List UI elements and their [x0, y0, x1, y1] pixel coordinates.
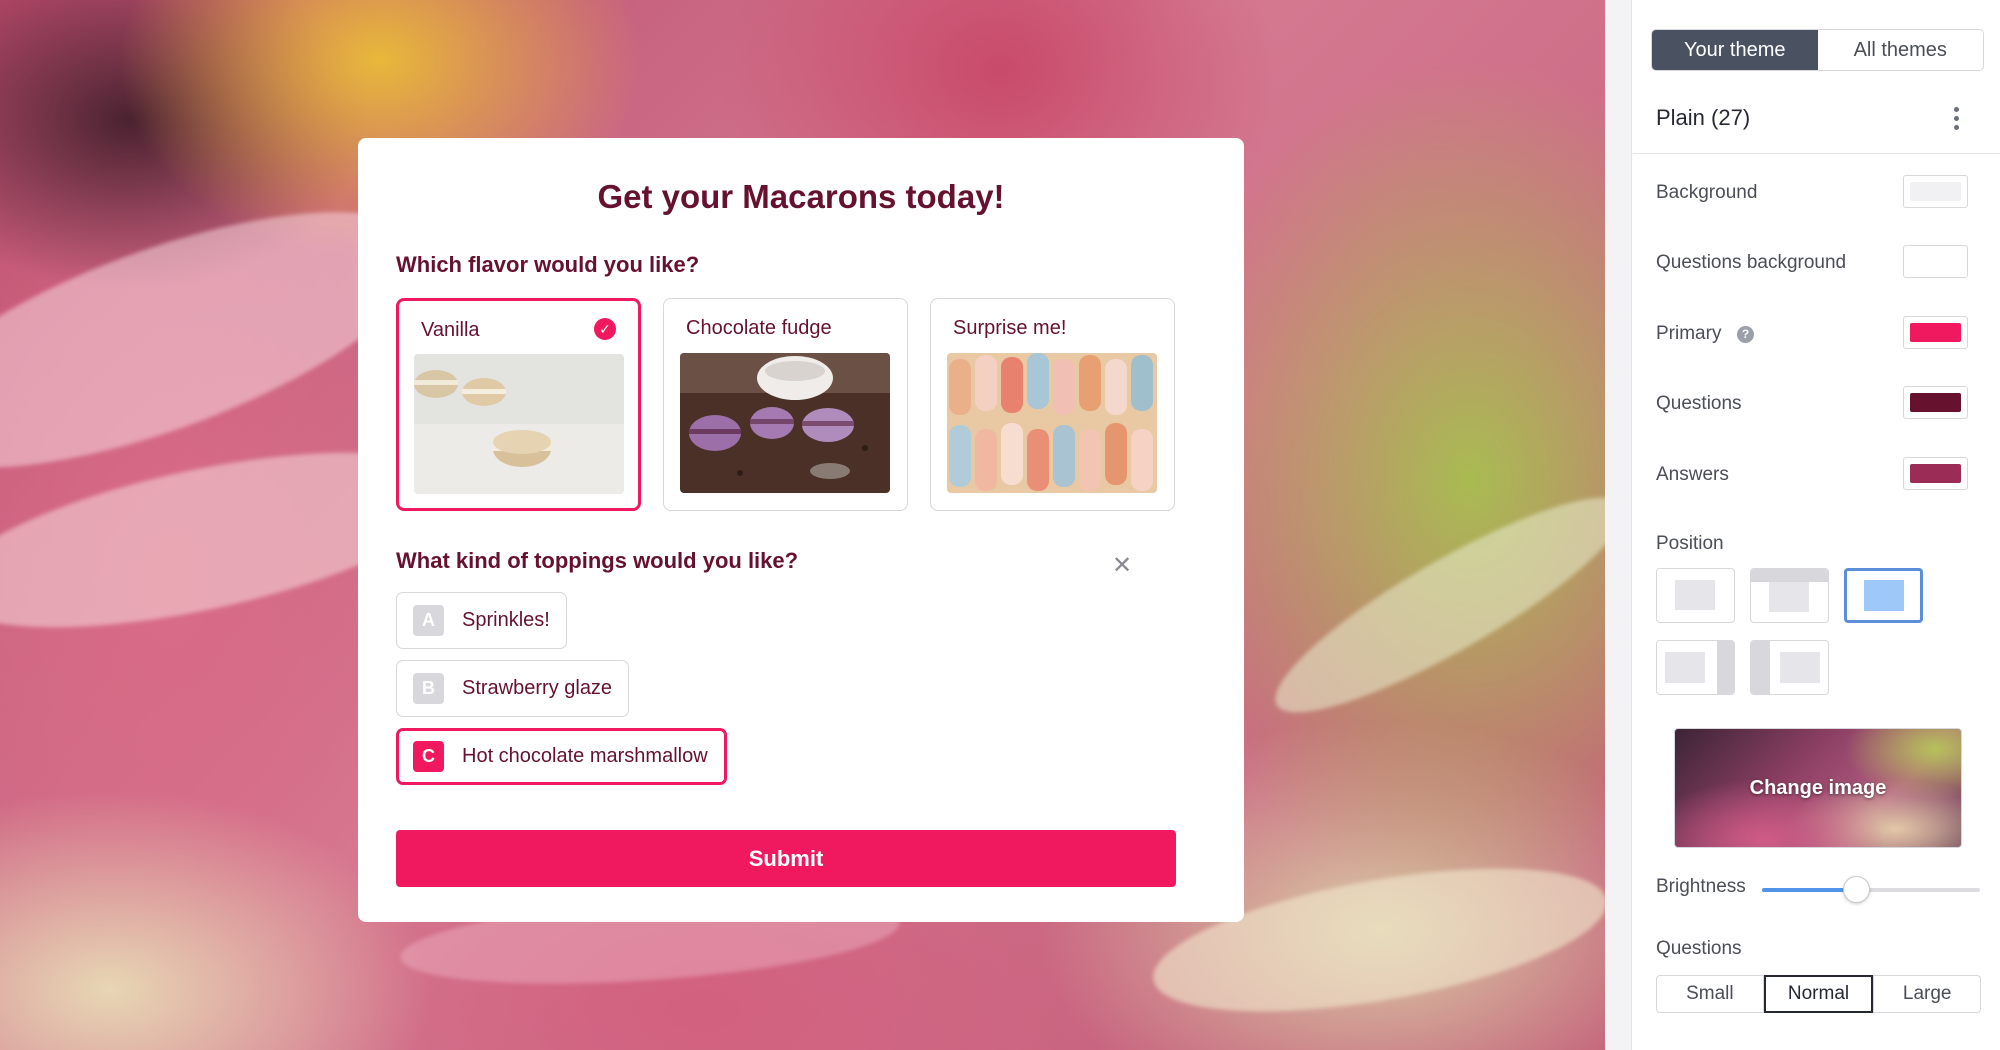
option-key-a: A: [413, 605, 444, 636]
size-normal-option[interactable]: Normal: [1763, 975, 1874, 1013]
background-color-label: Background: [1656, 182, 1758, 203]
submit-button[interactable]: Submit: [396, 830, 1176, 887]
flavor-choice-label: Chocolate fudge: [686, 317, 832, 339]
flavor-choices: Vanilla ✓ Chocolate fudge Surprise me!: [396, 298, 1176, 512]
size-small-option[interactable]: Small: [1656, 975, 1764, 1013]
theme-tabs: Your theme All themes: [1651, 29, 1984, 71]
flavor-choice-label: Vanilla: [421, 319, 480, 341]
tab-all-themes[interactable]: All themes: [1817, 30, 1983, 70]
flavor-choice-vanilla[interactable]: Vanilla ✓: [396, 298, 641, 511]
assorted-macarons-image: [947, 353, 1157, 493]
flavor-choice-surprise-me[interactable]: Surprise me!: [930, 298, 1175, 511]
brightness-slider-fill: [1762, 888, 1856, 892]
position-label: Position: [1656, 533, 1724, 554]
topping-option-sprinkles[interactable]: A Sprinkles!: [396, 592, 567, 649]
divider: [1633, 153, 2000, 154]
position-full-option[interactable]: [1656, 568, 1735, 623]
background-image: Get your Macarons today! Which flavor wo…: [0, 0, 1605, 1050]
option-label: Hot chocolate marshmallow: [462, 745, 708, 767]
primary-color-swatch[interactable]: [1903, 316, 1968, 349]
check-icon: ✓: [594, 318, 616, 340]
brightness-label: Brightness: [1656, 876, 1746, 897]
questions-size-selector: Small Normal Large: [1656, 975, 1982, 1013]
question-toppings-label: What kind of toppings would you like?: [396, 548, 799, 573]
option-key-c: C: [413, 741, 444, 772]
option-label: Strawberry glaze: [462, 677, 613, 699]
change-image-button[interactable]: Change image: [1674, 728, 1962, 848]
more-options-icon[interactable]: [1948, 105, 1964, 133]
primary-color-label: Primary: [1656, 323, 1722, 344]
topping-option-strawberry-glaze[interactable]: B Strawberry glaze: [396, 660, 630, 717]
brightness-slider[interactable]: [1762, 876, 1980, 903]
answers-color-label: Answers: [1656, 464, 1729, 485]
questions-size-label: Questions: [1656, 938, 1742, 959]
flavor-choice-label: Surprise me!: [953, 317, 1067, 339]
questions-background-color-swatch[interactable]: [1903, 245, 1968, 278]
size-large-option[interactable]: Large: [1873, 975, 1982, 1013]
help-icon[interactable]: ?: [1737, 326, 1754, 343]
form-title: Get your Macarons today!: [597, 178, 1005, 215]
position-top-option[interactable]: [1750, 568, 1829, 623]
position-center-option[interactable]: [1844, 568, 1923, 623]
form-card: Get your Macarons today! Which flavor wo…: [358, 138, 1244, 922]
background-color-swatch[interactable]: [1903, 175, 1968, 208]
question-flavor-label: Which flavor would you like?: [396, 252, 700, 277]
option-label: Sprinkles!: [462, 609, 550, 631]
chocolate-macaron-image: [680, 353, 890, 493]
topping-option-hot-chocolate-marshmallow[interactable]: C Hot chocolate marshmallow: [396, 728, 727, 785]
questions-color-swatch[interactable]: [1903, 386, 1968, 419]
vanilla-macaron-image: [414, 354, 624, 494]
tab-your-theme[interactable]: Your theme: [1652, 30, 1818, 70]
position-right-option[interactable]: [1750, 640, 1829, 695]
theme-name: Plain (27): [1656, 105, 1751, 130]
flavor-choice-chocolate-fudge[interactable]: Chocolate fudge: [663, 298, 908, 511]
option-key-b: B: [413, 673, 444, 704]
brightness-slider-handle[interactable]: [1842, 876, 1870, 903]
change-image-label: Change image: [1749, 776, 1887, 799]
close-icon[interactable]: ✕: [1112, 554, 1132, 578]
questions-color-label: Questions: [1656, 393, 1742, 414]
theme-panel: Your theme All themes Plain (27) Backgro…: [1633, 0, 2000, 1050]
panel-divider: [1605, 0, 1632, 1050]
questions-background-color-label: Questions background: [1656, 252, 1847, 273]
position-left-option[interactable]: [1656, 640, 1735, 695]
answers-color-swatch[interactable]: [1903, 457, 1968, 490]
